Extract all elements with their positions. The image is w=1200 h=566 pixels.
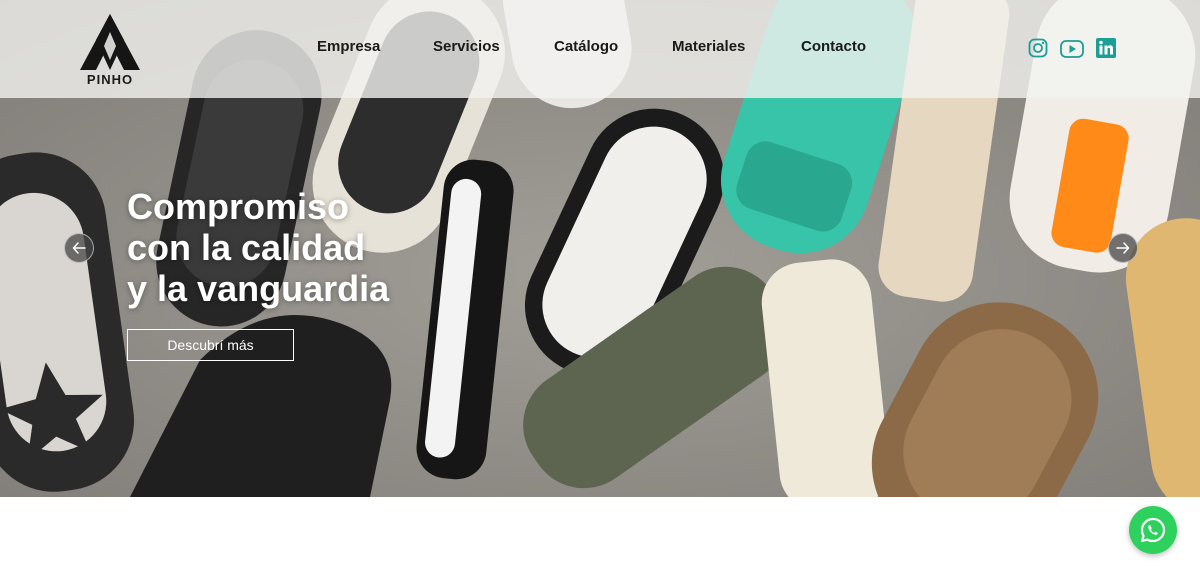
arrow-right-icon [1116,242,1130,254]
site-header: PINHO Empresa Servicios Catálogo Materia… [0,0,1200,98]
nav-item-catalogo[interactable]: Catálogo [554,38,618,55]
slider-prev-button[interactable] [64,233,94,263]
whatsapp-button[interactable] [1129,506,1177,554]
headline-line-2: con la calidad [127,227,366,268]
nav-item-empresa[interactable]: Empresa [317,38,380,55]
nav-item-materiales[interactable]: Materiales [672,38,745,55]
slider-next-button[interactable] [1108,233,1138,263]
logo[interactable]: PINHO [76,14,144,88]
instagram-link[interactable] [1028,38,1048,58]
discover-more-button[interactable]: Descubrí más [127,329,294,361]
arrow-left-icon [72,242,86,254]
youtube-icon [1060,40,1084,58]
hero-headline: Compromiso con la calidad y la vanguardi… [127,186,389,309]
whatsapp-icon [1140,517,1166,543]
youtube-link[interactable] [1060,40,1084,58]
nav-item-contacto[interactable]: Contacto [801,38,866,55]
nav-item-servicios[interactable]: Servicios [433,38,500,55]
logo-text: PINHO [86,72,134,87]
hero-slider: PINHO Empresa Servicios Catálogo Materia… [0,0,1200,497]
linkedin-link[interactable] [1096,38,1116,58]
logo-mark-icon [80,14,140,70]
linkedin-icon [1096,38,1116,58]
headline-line-3: y la vanguardia [127,268,390,309]
instagram-icon [1028,38,1048,58]
headline-line-1: Compromiso [127,186,350,227]
